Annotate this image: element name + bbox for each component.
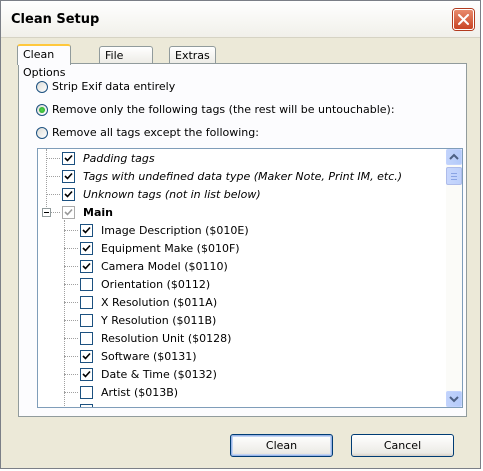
checkbox[interactable] <box>80 385 93 399</box>
radio-button[interactable] <box>36 80 48 93</box>
tree-item-unknown-tags[interactable]: Unknown tags (not in list below) <box>62 185 261 203</box>
checkbox[interactable] <box>80 313 93 327</box>
clean-button[interactable]: Clean <box>230 434 333 457</box>
tree-scrollbar[interactable] <box>446 148 463 408</box>
close-button[interactable] <box>453 9 474 30</box>
checkbox[interactable] <box>62 187 75 201</box>
chevron-down-icon <box>449 396 459 403</box>
tree-item-resolution-unit[interactable]: Resolution Unit ($0128) <box>80 329 231 347</box>
tab-label: Clean Options <box>23 48 66 79</box>
checkbox[interactable] <box>80 259 93 273</box>
tree-item-x-resolution[interactable]: X Resolution ($011A) <box>80 293 217 311</box>
tree-item-label: Date & Time ($0132) <box>101 367 217 381</box>
collapse-icon[interactable] <box>42 208 51 217</box>
tree-item-software[interactable]: Software ($0131) <box>80 347 197 365</box>
radio-button-selected[interactable] <box>36 103 48 116</box>
tree-item-label: Y Resolution ($011B) <box>101 313 217 327</box>
tree-item-label: Image Description ($010E) <box>101 223 249 237</box>
tree-item-label: Equipment Make ($010F) <box>101 241 240 255</box>
checkbox[interactable] <box>80 277 93 291</box>
option-label: Strip Exif data entirely <box>52 80 176 93</box>
tree-item-partial[interactable] <box>80 401 101 407</box>
tree-group-main[interactable]: Main <box>62 203 113 221</box>
clean-options-panel: Strip Exif data entirely Remove only the… <box>18 63 467 417</box>
close-icon <box>458 14 469 25</box>
dialog-window: Clean Setup Clean Options File Options E… <box>0 0 481 469</box>
checkbox[interactable] <box>62 169 75 183</box>
scroll-down-button[interactable] <box>446 391 462 407</box>
tree-item-date-time[interactable]: Date & Time ($0132) <box>80 365 217 383</box>
title-bar[interactable]: Clean Setup <box>1 1 480 38</box>
tree-item-camera-model[interactable]: Camera Model ($0110) <box>80 257 228 275</box>
tree-item-label: Software ($0131) <box>101 349 197 363</box>
checkbox[interactable] <box>80 241 93 255</box>
tab-clean-options[interactable]: Clean Options <box>17 44 72 79</box>
option-remove-all-except[interactable]: Remove all tags except the following: <box>36 126 259 139</box>
tag-tree[interactable]: Padding tags Tags with undefined data ty… <box>37 148 446 408</box>
tree-item-padding-tags[interactable]: Padding tags <box>62 149 155 167</box>
checkbox[interactable] <box>62 205 75 219</box>
scroll-up-button[interactable] <box>446 149 462 165</box>
tab-file-options[interactable]: File Options <box>99 46 154 80</box>
tree-group-label: Main <box>83 205 113 219</box>
checkbox[interactable] <box>80 349 93 363</box>
tree-item-undefined-type[interactable]: Tags with undefined data type (Maker Not… <box>62 167 402 185</box>
tab-label: Extras <box>175 49 210 62</box>
checkbox[interactable] <box>80 295 93 309</box>
checkbox[interactable] <box>80 403 93 407</box>
tree-item-label: Camera Model ($0110) <box>101 259 228 273</box>
checkbox[interactable] <box>80 367 93 381</box>
tree-item-image-description[interactable]: Image Description ($010E) <box>80 221 249 239</box>
tab-extras[interactable]: Extras <box>169 46 216 64</box>
radio-button[interactable] <box>36 126 48 139</box>
tree-item-label: X Resolution ($011A) <box>101 295 218 309</box>
tree-item-equipment-make[interactable]: Equipment Make ($010F) <box>80 239 240 257</box>
tree-item-y-resolution[interactable]: Y Resolution ($011B) <box>80 311 216 329</box>
checkbox[interactable] <box>80 223 93 237</box>
option-label: Remove all tags except the following: <box>52 126 259 139</box>
tree-item-label: Artist ($013B) <box>101 385 179 399</box>
tree-item-label: Orientation ($0112) <box>101 277 211 291</box>
option-label: Remove only the following tags (the rest… <box>52 103 395 116</box>
scroll-thumb[interactable] <box>446 167 462 185</box>
checkbox[interactable] <box>62 151 75 165</box>
tree-item-label: Padding tags <box>83 151 155 165</box>
chevron-up-icon <box>449 153 459 160</box>
tree-item-label: Resolution Unit ($0128) <box>101 331 232 345</box>
option-remove-following[interactable]: Remove only the following tags (the rest… <box>36 103 395 116</box>
window-title: Clean Setup <box>11 12 100 27</box>
checkbox[interactable] <box>80 331 93 345</box>
tree-item-artist[interactable]: Artist ($013B) <box>80 383 178 401</box>
cancel-button[interactable]: Cancel <box>351 434 454 457</box>
tree-item-orientation[interactable]: Orientation ($0112) <box>80 275 210 293</box>
button-label: Clean <box>265 439 298 452</box>
button-label: Cancel <box>383 439 422 452</box>
tree-item-label: Tags with undefined data type (Maker Not… <box>83 169 403 183</box>
tree-item-label: Unknown tags (not in list below) <box>83 187 261 201</box>
